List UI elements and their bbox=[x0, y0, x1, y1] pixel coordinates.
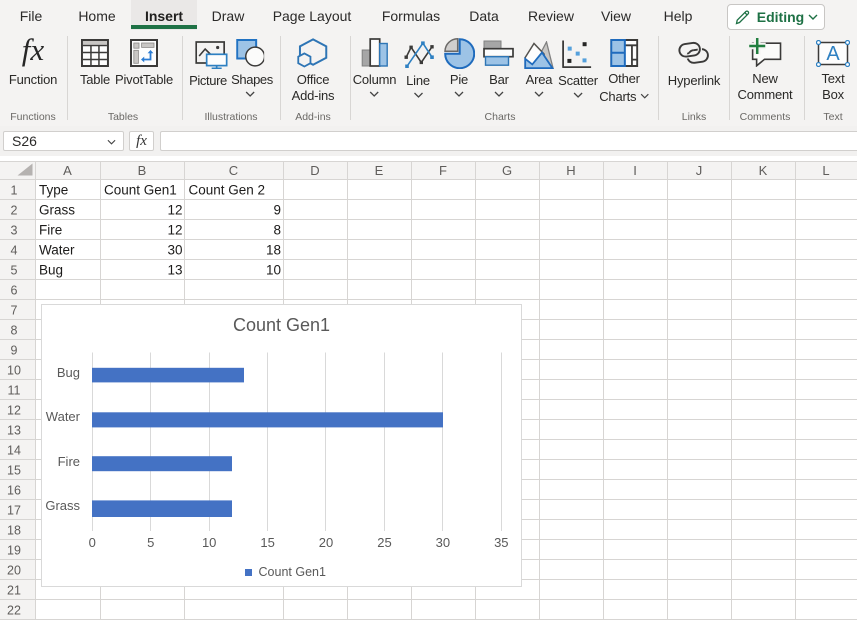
svg-text:30: 30 bbox=[167, 243, 182, 258]
svg-text:12: 12 bbox=[167, 223, 182, 238]
svg-text:8: 8 bbox=[11, 324, 18, 338]
svg-text:14: 14 bbox=[7, 444, 21, 458]
svg-text:9: 9 bbox=[11, 344, 18, 358]
svg-text:18: 18 bbox=[7, 524, 21, 538]
svg-text:A: A bbox=[826, 43, 840, 65]
svg-text:Fire: Fire bbox=[39, 223, 62, 238]
svg-text:Bug: Bug bbox=[39, 263, 63, 278]
svg-text:I: I bbox=[633, 163, 637, 178]
svg-text:H: H bbox=[566, 163, 575, 178]
svg-text:13: 13 bbox=[7, 424, 21, 438]
svg-text:Count Gen1: Count Gen1 bbox=[104, 183, 177, 198]
svg-text:5: 5 bbox=[11, 264, 18, 278]
svg-text:3: 3 bbox=[11, 224, 18, 238]
svg-text:20: 20 bbox=[7, 564, 21, 578]
svg-text:D: D bbox=[310, 163, 319, 178]
svg-text:G: G bbox=[502, 163, 512, 178]
svg-text:Grass: Grass bbox=[39, 203, 75, 218]
svg-text:12: 12 bbox=[167, 203, 182, 218]
svg-text:17: 17 bbox=[7, 504, 21, 518]
svg-text:1: 1 bbox=[11, 184, 18, 198]
svg-text:11: 11 bbox=[8, 384, 21, 398]
svg-text:16: 16 bbox=[7, 484, 21, 498]
svg-text:Water: Water bbox=[39, 243, 75, 258]
svg-text:8: 8 bbox=[273, 223, 281, 238]
svg-text:Count Gen 2: Count Gen 2 bbox=[189, 183, 266, 198]
svg-text:A: A bbox=[63, 163, 72, 178]
svg-text:Type: Type bbox=[39, 183, 68, 198]
svg-text:18: 18 bbox=[266, 243, 281, 258]
svg-text:10: 10 bbox=[7, 364, 21, 378]
svg-text:F: F bbox=[439, 163, 447, 178]
svg-text:L: L bbox=[822, 163, 829, 178]
svg-text:6: 6 bbox=[11, 284, 18, 298]
svg-text:4: 4 bbox=[11, 244, 18, 258]
svg-text:9: 9 bbox=[273, 203, 281, 218]
svg-text:7: 7 bbox=[11, 304, 18, 318]
svg-text:12: 12 bbox=[7, 404, 21, 418]
svg-text:2: 2 bbox=[11, 204, 18, 218]
svg-text:15: 15 bbox=[7, 464, 21, 478]
svg-text:K: K bbox=[759, 163, 768, 178]
svg-text:22: 22 bbox=[7, 604, 21, 618]
svg-text:19: 19 bbox=[7, 544, 21, 558]
svg-text:21: 21 bbox=[7, 584, 21, 598]
svg-text:C: C bbox=[229, 163, 238, 178]
svg-text:B: B bbox=[138, 163, 147, 178]
svg-text:10: 10 bbox=[266, 263, 281, 278]
svg-text:13: 13 bbox=[167, 263, 182, 278]
svg-text:E: E bbox=[375, 163, 384, 178]
svg-text:J: J bbox=[696, 163, 703, 178]
